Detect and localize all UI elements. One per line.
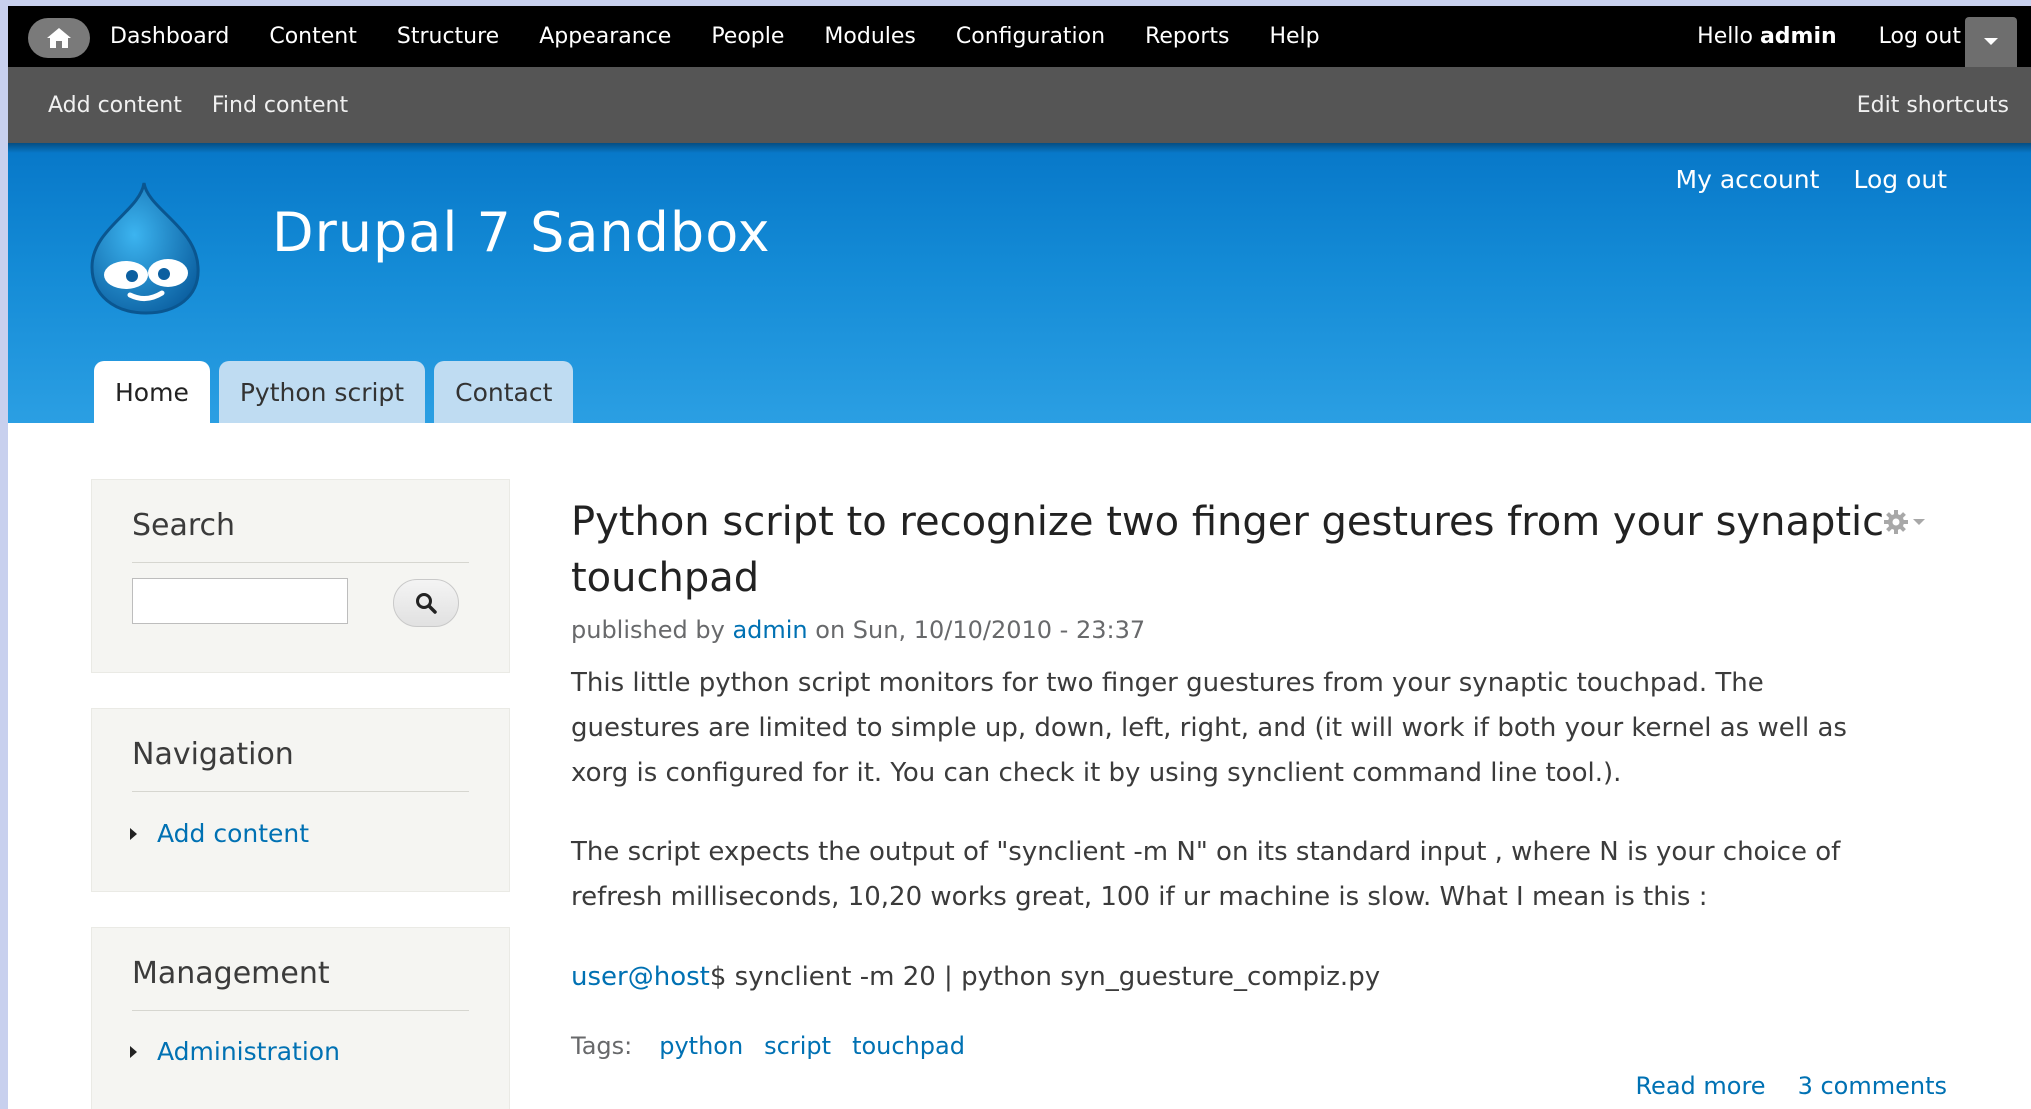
body-line: This little python script monitors for t… <box>571 668 1764 698</box>
main-menu-tabs: Home Python script Contact <box>94 361 582 423</box>
toolbar-menu-reports[interactable]: Reports <box>1145 24 1229 49</box>
block-divider <box>132 562 469 563</box>
body-line: guestures are limited to simple up, down… <box>571 713 1847 743</box>
block-divider <box>132 791 469 792</box>
tag-script[interactable]: script <box>764 1032 831 1060</box>
tag-python[interactable]: python <box>659 1032 743 1060</box>
search-block-title: Search <box>132 508 236 543</box>
shortcut-find-content[interactable]: Find content <box>212 93 348 118</box>
node-tags: Tags: python script touchpad <box>571 1032 986 1060</box>
toolbar-menu-structure[interactable]: Structure <box>397 24 499 49</box>
greeting-prefix: Hello <box>1697 24 1760 49</box>
toolbar-menu-modules[interactable]: Modules <box>824 24 915 49</box>
edit-shortcuts-link[interactable]: Edit shortcuts <box>1857 67 2009 143</box>
node-title[interactable]: Python script to recognize two finger ge… <box>571 494 1946 606</box>
command-example: user@host$ synclient -m 20 | python syn_… <box>571 955 1971 1000</box>
my-account-link[interactable]: My account <box>1676 165 1820 194</box>
toolbar-user: Hello admin Log out <box>1697 6 1961 67</box>
home-icon <box>47 28 71 48</box>
bullet-triangle-icon <box>130 827 137 840</box>
body-paragraph-2: The script expects the output of "syncli… <box>571 830 1971 920</box>
search-button[interactable] <box>393 579 459 627</box>
contextual-links-button[interactable] <box>1882 508 1926 536</box>
body-line: refresh milliseconds, 10,20 works great,… <box>571 882 1708 912</box>
user-host-link[interactable]: user@host <box>571 962 710 992</box>
toolbar-home-button[interactable] <box>28 18 90 58</box>
tab-python-script[interactable]: Python script <box>218 361 426 423</box>
header-shadow <box>8 143 2031 153</box>
tags-label: Tags: <box>571 1032 633 1060</box>
submitted-prefix: published by <box>571 616 733 644</box>
node-submitted: published by admin on Sun, 10/10/2010 - … <box>571 616 1145 644</box>
drupal-logo-icon[interactable] <box>86 179 206 315</box>
tag-touchpad[interactable]: touchpad <box>852 1032 965 1060</box>
toolbar-menu-dashboard[interactable]: Dashboard <box>110 24 229 49</box>
read-more-link[interactable]: Read more <box>1635 1072 1765 1100</box>
management-block-title: Management <box>132 956 330 991</box>
toolbar-menu-appearance[interactable]: Appearance <box>539 24 671 49</box>
admin-toolbar: Dashboard Content Structure Appearance P… <box>8 6 2031 67</box>
navigation-block-title: Navigation <box>132 737 294 772</box>
tab-contact[interactable]: Contact <box>434 361 574 423</box>
toolbar-logout[interactable]: Log out <box>1879 24 1961 49</box>
toolbar-greeting: Hello admin <box>1697 24 1837 49</box>
node-title-line-1[interactable]: Python script to recognize two finger ge… <box>571 494 1946 550</box>
header-logout-link[interactable]: Log out <box>1853 165 1947 194</box>
navigation-block: Navigation Add content <box>91 708 510 892</box>
shortcuts-bar: Add content Find content Edit shortcuts <box>8 67 2031 143</box>
gear-icon <box>1884 510 1908 534</box>
nav-item-label[interactable]: Add content <box>157 819 309 848</box>
search-block: Search <box>91 479 510 673</box>
body-line: The script expects the output of "syncli… <box>571 837 1841 867</box>
toolbar-menu-content[interactable]: Content <box>269 24 357 49</box>
node-links: Read more 3 comments <box>1603 1072 1947 1100</box>
shortcut-add-content[interactable]: Add content <box>48 93 182 118</box>
body-paragraph-1: This little python script monitors for t… <box>571 661 1971 796</box>
toolbar-menu-help[interactable]: Help <box>1269 24 1319 49</box>
node-title-line-2[interactable]: touchpad <box>571 550 1946 606</box>
block-divider <box>132 1010 469 1011</box>
tab-home[interactable]: Home <box>94 361 210 423</box>
body-line: xorg is configured for it. You can check… <box>571 758 1622 788</box>
toolbar-menu-configuration[interactable]: Configuration <box>956 24 1105 49</box>
browser-viewport: Dashboard Content Structure Appearance P… <box>8 6 2031 1109</box>
greeting-username[interactable]: admin <box>1760 24 1837 49</box>
search-input[interactable] <box>132 578 348 624</box>
submitted-date: on Sun, 10/10/2010 - 23:37 <box>807 616 1146 644</box>
chevron-down-icon <box>1913 519 1925 525</box>
secondary-menu: My account Log out <box>1642 165 1947 194</box>
nav-item-add-content[interactable]: Add content <box>130 819 309 848</box>
chevron-down-icon <box>1984 38 1998 45</box>
site-name[interactable]: Drupal 7 Sandbox <box>272 201 771 264</box>
management-block: Management Administration <box>91 927 510 1109</box>
shortcuts-list: Add content Find content <box>48 67 378 143</box>
shortcuts-drawer-toggle[interactable] <box>1965 17 2017 67</box>
author-link[interactable]: admin <box>732 616 807 644</box>
nav-item-administration[interactable]: Administration <box>130 1037 340 1066</box>
command-line: user@host$ synclient -m 20 | python syn_… <box>571 955 1971 1000</box>
nav-item-label[interactable]: Administration <box>157 1037 340 1066</box>
comments-link[interactable]: 3 comments <box>1798 1072 1947 1100</box>
site-header: Drupal 7 Sandbox My account Log out Home… <box>8 143 2031 423</box>
command-text: $ synclient -m 20 | python syn_guesture_… <box>709 962 1381 992</box>
toolbar-menu-people[interactable]: People <box>711 24 784 49</box>
toolbar-menu: Dashboard Content Structure Appearance P… <box>110 6 1360 67</box>
search-icon <box>416 593 437 614</box>
bullet-triangle-icon <box>130 1045 137 1058</box>
